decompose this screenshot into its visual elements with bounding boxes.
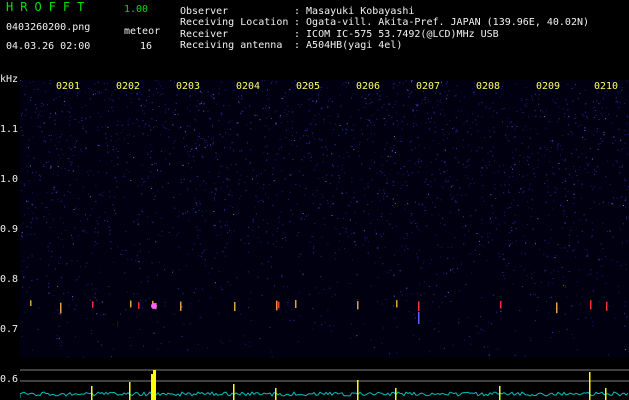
observer-label: Observer	[180, 6, 229, 17]
freq-tick: 1.1	[0, 124, 19, 135]
freq-tick: 0.8	[0, 274, 19, 285]
antenna-label: Receiving antenna	[180, 40, 283, 51]
freq-tick: 0.7	[0, 324, 19, 335]
receiver-label: Receiver	[180, 29, 229, 40]
time-tick: 0206	[356, 81, 381, 92]
timestamp: 04.03.26 02:00	[6, 41, 91, 52]
time-tick: 0209	[536, 81, 561, 92]
app-title: HROFFT	[6, 0, 92, 14]
freq-tick: 1.0	[0, 174, 19, 185]
unit-label: kHz	[0, 74, 19, 85]
antenna-value: : A504HB(yagi 4el)	[294, 40, 403, 51]
spectrogram-canvas	[20, 80, 629, 358]
app-version: 1.00	[124, 4, 149, 15]
meteor-count: 16	[140, 41, 153, 52]
signal-trace	[20, 369, 629, 400]
time-tick: 0210	[594, 81, 619, 92]
spectrogram-panel	[20, 80, 629, 358]
freq-tick: 0.6	[0, 374, 19, 385]
time-tick: 0202	[116, 81, 141, 92]
meteor-label: meteor	[124, 26, 161, 37]
time-tick: 0201	[56, 81, 81, 92]
time-tick: 0205	[296, 81, 321, 92]
time-tick: 0208	[476, 81, 501, 92]
location-value: : Ogata-vill. Akita-Pref. JAPAN (139.96E…	[294, 17, 590, 28]
time-tick: 0203	[176, 81, 201, 92]
observer-value: : Masayuki Kobayashi	[294, 6, 415, 17]
time-tick: 0204	[236, 81, 261, 92]
signal-trace-panel	[20, 358, 629, 400]
file-name: 0403260200.png	[6, 22, 91, 33]
freq-tick: 0.9	[0, 224, 19, 235]
location-label: Receiving Location	[180, 17, 289, 28]
receiver-value: : ICOM IC-575 53.7492(@LCD)MHz USB	[294, 29, 499, 40]
time-tick: 0207	[416, 81, 441, 92]
